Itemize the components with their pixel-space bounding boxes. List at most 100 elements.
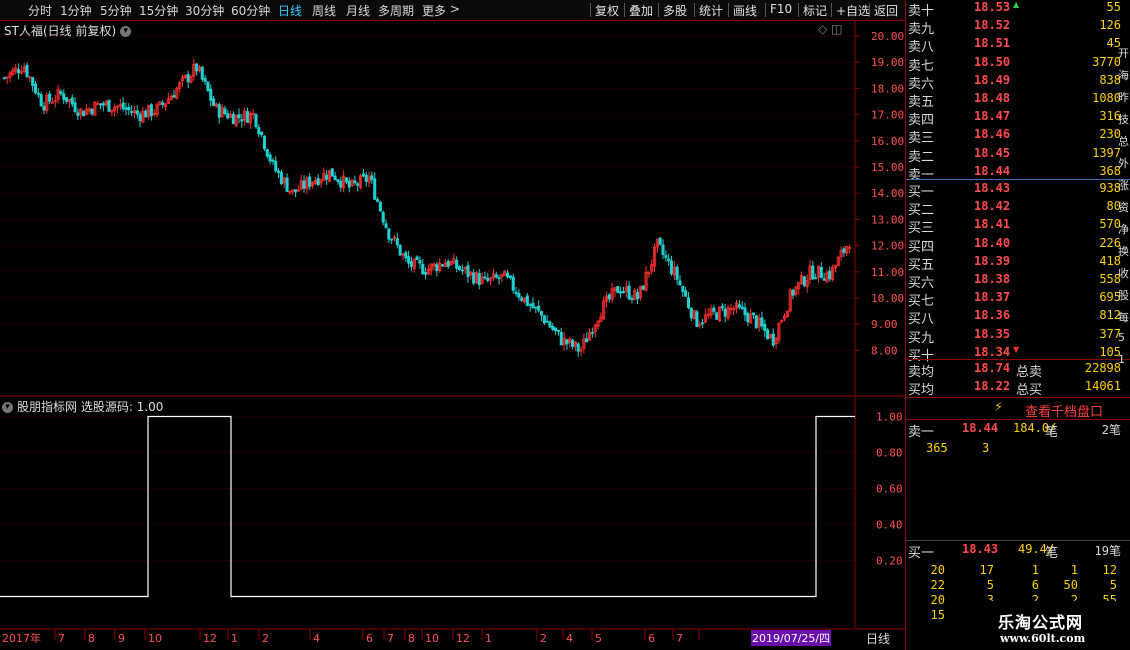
indicator-tick-label: 1.00 (876, 411, 903, 424)
window-icon[interactable]: ◫ (831, 22, 842, 36)
candle-body (556, 329, 560, 332)
bid-5-row[interactable]: 买五 18.39 418 (906, 253, 1121, 273)
bid-6-row[interactable]: 买六 18.38 558 (906, 272, 1121, 291)
chevron-down-icon[interactable]: ▾ (2, 402, 13, 413)
price-tick-label: 18.00 (871, 82, 904, 95)
candle-body (59, 91, 63, 94)
candle-body (506, 272, 510, 278)
bid-8-row[interactable]: 买八 18.36 812 (906, 308, 1121, 327)
candle-body (33, 83, 38, 94)
period-tab-2[interactable]: 5分钟 (100, 2, 132, 19)
chart-window-controls: ◇ ◫ (818, 22, 842, 36)
buy1-order-qty: 20 (930, 593, 945, 607)
period-tab-4[interactable]: 30分钟 (185, 2, 224, 19)
kline-chart[interactable]: 20.0019.0018.0017.0016.0015.0014.0013.00… (0, 20, 905, 650)
indicator-title: ▾ 股朋指标网 选股源码: 1.00 (2, 398, 163, 415)
bid-7-row[interactable]: 买七 18.37 695 (906, 290, 1121, 309)
candle-body (743, 307, 747, 316)
candle-body (791, 290, 795, 296)
ask-6-row[interactable]: 卖六 18.49 838 (906, 73, 1121, 92)
period-tab-3[interactable]: 15分钟 (139, 2, 178, 19)
avg_buy-total-label: 总买 (1016, 383, 1043, 398)
ask-4-label: 卖四 (908, 113, 935, 129)
ask-2-label: 卖二 (908, 149, 935, 165)
edge-info-char: 每 (1118, 311, 1129, 324)
candle-body (212, 98, 216, 106)
period-tab-5[interactable]: 60分钟 (231, 2, 270, 19)
bid-2-row[interactable]: 买二 18.42 80 (906, 199, 1121, 218)
candle-body (754, 315, 758, 328)
toolbar-button-7[interactable]: +自选 (836, 2, 870, 19)
candle-body (226, 113, 230, 119)
toolbar-button-2[interactable]: 多股 (663, 2, 687, 19)
candle-body (551, 325, 555, 331)
qianfang-link[interactable]: 查看千档盘口 (1025, 401, 1103, 420)
bid-1-price: 18.43 (974, 181, 1011, 195)
sell1-detail-unit: 笔 (1045, 425, 1059, 440)
toolbar-button-3[interactable]: 统计 (699, 2, 723, 19)
edge-info-char: 开 (1118, 47, 1129, 60)
ask-1-price: 18.44 (974, 163, 1011, 178)
period-tab-8[interactable]: 月线 (346, 2, 370, 19)
time-tick-label: 7 (58, 632, 65, 645)
toolbar-button-1[interactable]: 叠加 (629, 2, 653, 19)
candle-body (138, 114, 142, 122)
ask-9-label: 卖九 (908, 22, 935, 38)
candle-body (336, 179, 340, 182)
ask-8-row[interactable]: 卖八 18.51 45 (906, 36, 1121, 55)
candle-body (483, 276, 487, 279)
period-tab-6[interactable]: 日线 (278, 2, 302, 19)
candle-body (664, 255, 668, 258)
price-tick-label: 13.00 (871, 213, 904, 226)
buy1-order-qty: 1 (1031, 563, 1039, 577)
bid-4-row[interactable]: 买四 18.40 226 (906, 236, 1121, 255)
toolbar-button-6[interactable]: 标记 (803, 2, 827, 19)
ask-4-row[interactable]: 卖四 18.47 316 (906, 109, 1121, 129)
candle-body (472, 272, 476, 284)
candle-body (172, 95, 176, 98)
toolbar-separator (624, 3, 625, 17)
candle-body (231, 113, 235, 125)
indicator-tick-label: 0.20 (876, 555, 903, 568)
period-tab-9[interactable]: 多周期 (378, 2, 414, 19)
candle-body (90, 108, 94, 115)
candle-body (265, 149, 269, 157)
ask-3-row[interactable]: 卖三 18.46 230 (906, 127, 1121, 146)
edge-info-char: 5 (1118, 331, 1125, 344)
bid-3-row[interactable]: 买三 18.41 570 (906, 217, 1121, 236)
candle-body (695, 311, 699, 328)
toolbar-separator (694, 3, 695, 17)
toolbar-button-0[interactable]: 复权 (595, 2, 619, 19)
period-tab-10[interactable]: 更多 (422, 2, 446, 19)
edge-info-char: 涨 (1118, 179, 1129, 192)
candle-body (607, 294, 611, 300)
toolbar-button-5[interactable]: F10 (770, 2, 792, 16)
period-tab-1[interactable]: 1分钟 (60, 2, 92, 19)
period-tab-7[interactable]: 周线 (312, 2, 336, 19)
ask-5-row[interactable]: 卖五 18.48 1080 (906, 91, 1121, 110)
ask-7-row[interactable]: 卖七 18.50 3770 (906, 55, 1121, 74)
chevron-down-icon[interactable]: ▾ (120, 26, 132, 37)
candle-body (559, 331, 563, 346)
more-arrow-icon[interactable]: > (450, 2, 460, 16)
bid-5-price: 18.39 (974, 253, 1011, 268)
ask-2-row[interactable]: 卖二 18.45 1397 (906, 146, 1121, 165)
candle-body (268, 154, 272, 162)
ask-10-row[interactable]: 卖十 18.53 ▲ 55 (906, 0, 1121, 19)
toolbar-separator (728, 3, 729, 17)
period-tab-0[interactable]: 分时 (28, 2, 52, 19)
time-tick-label: 8 (408, 632, 415, 645)
time-tick-label: 6 (648, 632, 655, 645)
bid-9-row[interactable]: 买九 18.35 377 (906, 327, 1121, 346)
candle-body (31, 77, 35, 86)
ask-9-row[interactable]: 卖九 18.52 126 (906, 18, 1121, 38)
toolbar-button-4[interactable]: 画线 (733, 2, 757, 19)
candle-body (378, 201, 382, 212)
bid-1-row[interactable]: 买一 18.43 938 (906, 181, 1121, 200)
toolbar-button-8[interactable]: 返回 (874, 2, 898, 19)
time-tick-label: 12 (203, 632, 217, 645)
candle-body (339, 180, 343, 188)
indicator-step-line (0, 415, 855, 598)
diamond-icon[interactable]: ◇ (818, 22, 827, 36)
sell1-order-qty: 365 (926, 441, 948, 455)
